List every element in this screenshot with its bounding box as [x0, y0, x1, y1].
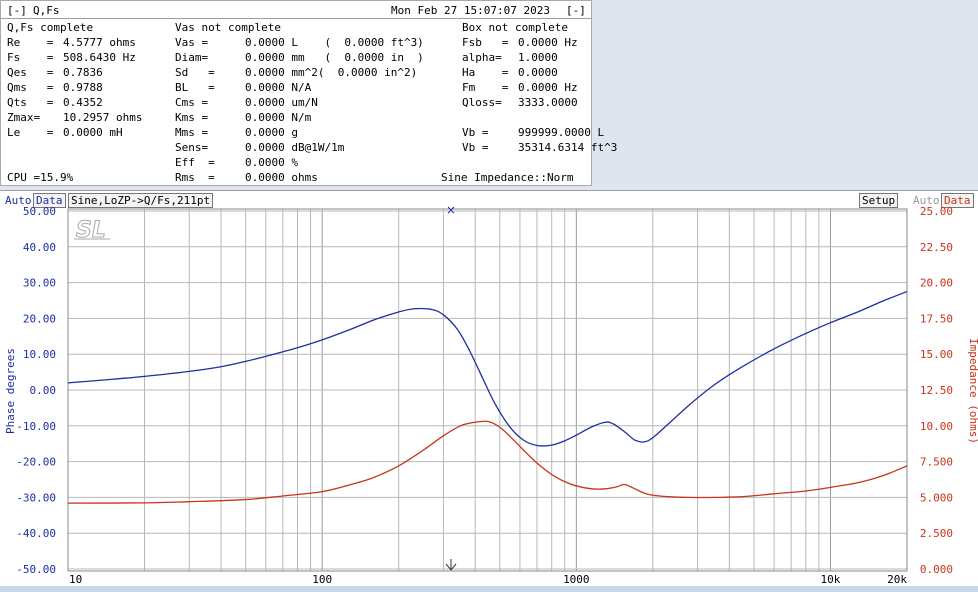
left-axis-tick: -40.00 — [16, 527, 56, 540]
impedance-phase-chart: SL 10 100 1000 10k 20k 50.00 40.00 30.00 20.00 1… — [4, 203, 978, 586]
param-label: Kms = — [175, 111, 209, 124]
window-title: Q,Fs — [33, 4, 60, 17]
right-axis-tick: 5.000 — [920, 491, 953, 504]
param-value: 0.9788 — [63, 81, 103, 94]
right-axis-tick: 25.00 — [920, 205, 953, 218]
left-axis-tick: 30.00 — [23, 277, 56, 290]
param-label: Cms = — [175, 96, 209, 109]
left-axis-tick: -10.00 — [16, 420, 56, 433]
param-value: 0.0000 — [518, 66, 558, 79]
right-axis-tick: 20.00 — [920, 277, 953, 290]
param-label: Fsb = — [462, 36, 509, 49]
right-axis-tick: 0.000 — [920, 563, 953, 576]
right-axis-tick: 12.50 — [920, 384, 953, 397]
param-label: Eff = — [175, 156, 215, 169]
phase-curve — [67, 290, 908, 447]
param-value: 1.0000 — [518, 51, 558, 64]
x-tick-label: 1000 — [563, 573, 590, 586]
bottom-cursor-marker[interactable] — [445, 559, 457, 571]
graph-window: Auto Data Sine,LoZP->Q/Fs,211pt Setup Au… — [0, 190, 978, 586]
section-header-vas: Vas not complete — [175, 21, 281, 34]
window-menu-button[interactable]: [-] — [7, 4, 27, 17]
left-axis-tick: 20.00 — [23, 312, 56, 325]
param-value: 0.0000 um/N — [245, 96, 318, 109]
param-label: Vb = — [462, 126, 489, 139]
param-value: 4.5777 ohms — [63, 36, 136, 49]
param-label: alpha= — [462, 51, 502, 64]
window-datetime: Mon Feb 27 15:07:07 2023 — [391, 4, 550, 17]
measurement-mode: Sine Impedance::Norm — [441, 171, 574, 184]
param-label: Sens= — [175, 141, 209, 154]
x-tick-label: 10 — [69, 573, 82, 586]
param-label: Vb = — [462, 141, 489, 154]
param-label: BL = — [175, 81, 215, 94]
left-axis-tick: -20.00 — [16, 456, 56, 469]
param-label: Qloss= — [462, 96, 502, 109]
x-tick-label: 100 — [312, 573, 332, 586]
left-axis-label: Phase degrees — [4, 348, 17, 434]
param-value: 0.0000 N/A — [245, 81, 312, 94]
param-label: Ha = — [462, 66, 509, 79]
param-label: Rms = — [175, 171, 215, 184]
param-value: 0.7836 — [63, 66, 103, 79]
param-label: Qms = — [7, 81, 54, 94]
param-value: 0.0000 L ( 0.0000 ft^3) — [245, 36, 424, 49]
sl-logo: SL — [74, 218, 110, 244]
left-axis-tick: -50.00 — [16, 563, 56, 576]
param-label: Qts = — [7, 96, 54, 109]
param-value: 0.4352 — [63, 96, 103, 109]
right-axis-tick: 2.500 — [920, 527, 953, 540]
top-cursor-marker[interactable]: × — [446, 203, 456, 217]
right-axis-tick: 15.00 — [920, 348, 953, 361]
param-value: 0.0000 mH — [63, 126, 123, 139]
param-label: Sd = — [175, 66, 215, 79]
right-axis-label: Impedance (ohms) — [967, 338, 978, 444]
param-value: 0.0000 mm^2( 0.0000 in^2) — [245, 66, 418, 79]
param-value: 0.0000 ohms — [245, 171, 318, 184]
param-value: 35314.6314 ft^3 — [518, 141, 618, 154]
window-bottom-border — [0, 586, 978, 592]
param-value: 508.6430 Hz — [63, 51, 136, 64]
parameter-titlebar: [-] Q,Fs Mon Feb 27 15:07:07 2023 [-] — [1, 1, 591, 19]
param-label: Re = — [7, 36, 54, 49]
param-label: Le = — [7, 126, 54, 139]
section-header-qfs: Q,Fs complete — [7, 21, 94, 34]
x-tick-label: 20k — [887, 573, 907, 586]
param-label: Fm = — [462, 81, 509, 94]
x-tick-label: 10k — [821, 573, 841, 586]
param-value: 0.0000 g — [245, 126, 298, 139]
param-value: 0.0000 N/m — [245, 111, 312, 124]
param-value: 0.0000 Hz — [518, 81, 578, 94]
right-axis-tick: 22.50 — [920, 241, 953, 254]
param-value: 3333.0000 — [518, 96, 578, 109]
left-axis-tick: 0.00 — [30, 384, 57, 397]
param-value: 0.0000 Hz — [518, 36, 578, 49]
right-axis-tick: 7.500 — [920, 456, 953, 469]
left-axis-tick: -30.00 — [16, 491, 56, 504]
param-value: 0.0000 % — [245, 156, 298, 169]
param-label: Zmax= — [7, 111, 41, 124]
section-header-box: Box not complete — [462, 21, 568, 34]
param-label: Vas = — [175, 36, 209, 49]
param-value: 0.0000 dB@1W/1m — [245, 141, 345, 154]
param-value: 999999.0000 L — [518, 126, 605, 139]
left-axis-tick: 50.00 — [23, 205, 56, 218]
left-axis-tick: 40.00 — [23, 241, 56, 254]
param-value: 0.0000 mm ( 0.0000 in ) — [245, 51, 424, 64]
cpu-usage: CPU =15.9% — [7, 171, 74, 184]
param-label: Diam= — [175, 51, 209, 64]
param-label: Mms = — [175, 126, 209, 139]
left-axis-tick: 10.00 — [23, 348, 56, 361]
param-value: 10.2957 ohms — [63, 111, 143, 124]
window-collapse-button[interactable]: [-] — [566, 4, 586, 17]
parameter-window: [-] Q,Fs Mon Feb 27 15:07:07 2023 [-] Q,… — [0, 0, 617, 186]
param-label: Fs = — [7, 51, 54, 64]
impedance-curve — [67, 420, 908, 504]
right-axis-tick: 17.50 — [920, 312, 953, 325]
param-label: Qes = — [7, 66, 54, 79]
right-axis-tick: 10.00 — [920, 420, 953, 433]
